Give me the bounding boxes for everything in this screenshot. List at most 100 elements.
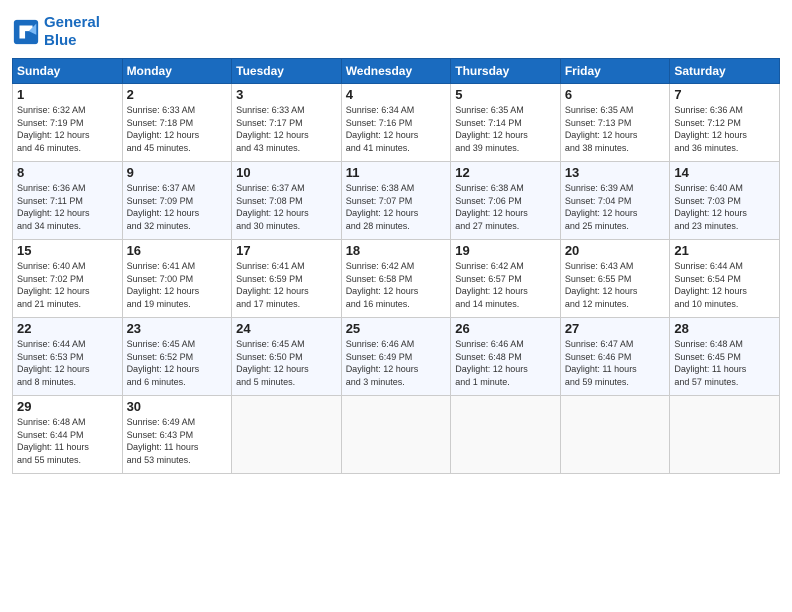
calendar-cell: 4 Sunrise: 6:34 AMSunset: 7:16 PMDaylight… <box>341 84 451 162</box>
cell-info: Sunrise: 6:39 AMSunset: 7:04 PMDaylight:… <box>565 182 666 232</box>
day-number: 5 <box>455 87 556 102</box>
cell-info: Sunrise: 6:35 AMSunset: 7:14 PMDaylight:… <box>455 104 556 154</box>
day-number: 11 <box>346 165 447 180</box>
calendar-cell: 15Sunrise: 6:40 AMSunset: 7:02 PMDayligh… <box>13 240 123 318</box>
calendar-table: SundayMondayTuesdayWednesdayThursdayFrid… <box>12 58 780 474</box>
calendar-cell: 30 Sunrise: 6:49 AMSunset: 6:43 PMDayligh… <box>122 396 232 474</box>
day-number: 15 <box>17 243 118 258</box>
calendar-week-2: 8 Sunrise: 6:36 AMSunset: 7:11 PMDaylight… <box>13 162 780 240</box>
weekday-header-saturday: Saturday <box>670 59 780 84</box>
cell-info: Sunrise: 6:45 AMSunset: 6:52 PMDaylight:… <box>127 338 228 388</box>
day-number: 28 <box>674 321 775 336</box>
calendar-cell <box>451 396 561 474</box>
weekday-header-sunday: Sunday <box>13 59 123 84</box>
cell-info: Sunrise: 6:32 AMSunset: 7:19 PMDaylight:… <box>17 104 118 154</box>
cell-info: Sunrise: 6:46 AMSunset: 6:49 PMDaylight:… <box>346 338 447 388</box>
calendar-cell: 22 Sunrise: 6:44 AMSunset: 6:53 PMDayligh… <box>13 318 123 396</box>
day-number: 30 <box>127 399 228 414</box>
day-number: 2 <box>127 87 228 102</box>
calendar-week-1: 1Sunrise: 6:32 AMSunset: 7:19 PMDaylight… <box>13 84 780 162</box>
day-number: 21 <box>674 243 775 258</box>
cell-info: Sunrise: 6:37 AMSunset: 7:09 PMDaylight:… <box>127 182 228 232</box>
cell-info: Sunrise: 6:36 AMSunset: 7:12 PMDaylight:… <box>674 104 775 154</box>
weekday-header-thursday: Thursday <box>451 59 561 84</box>
day-number: 4 <box>346 87 447 102</box>
day-number: 18 <box>346 243 447 258</box>
cell-info: Sunrise: 6:36 AMSunset: 7:11 PMDaylight:… <box>17 182 118 232</box>
day-number: 25 <box>346 321 447 336</box>
calendar-cell: 16 Sunrise: 6:41 AMSunset: 7:00 PMDayligh… <box>122 240 232 318</box>
calendar-cell: 18 Sunrise: 6:42 AMSunset: 6:58 PMDayligh… <box>341 240 451 318</box>
logo: General Blue <box>12 14 100 50</box>
day-number: 12 <box>455 165 556 180</box>
cell-info: Sunrise: 6:44 AMSunset: 6:54 PMDaylight:… <box>674 260 775 310</box>
calendar-cell: 27Sunrise: 6:47 AMSunset: 6:46 PMDayligh… <box>560 318 670 396</box>
weekday-header-tuesday: Tuesday <box>232 59 342 84</box>
cell-info: Sunrise: 6:42 AMSunset: 6:58 PMDaylight:… <box>346 260 447 310</box>
day-number: 29 <box>17 399 118 414</box>
weekday-header-monday: Monday <box>122 59 232 84</box>
cell-info: Sunrise: 6:44 AMSunset: 6:53 PMDaylight:… <box>17 338 118 388</box>
cell-info: Sunrise: 6:40 AMSunset: 7:03 PMDaylight:… <box>674 182 775 232</box>
day-number: 24 <box>236 321 337 336</box>
calendar-cell: 24 Sunrise: 6:45 AMSunset: 6:50 PMDayligh… <box>232 318 342 396</box>
day-number: 16 <box>127 243 228 258</box>
weekday-header-friday: Friday <box>560 59 670 84</box>
calendar-cell: 13 Sunrise: 6:39 AMSunset: 7:04 PMDayligh… <box>560 162 670 240</box>
calendar-cell: 25 Sunrise: 6:46 AMSunset: 6:49 PMDayligh… <box>341 318 451 396</box>
cell-info: Sunrise: 6:45 AMSunset: 6:50 PMDaylight:… <box>236 338 337 388</box>
calendar-cell: 7Sunrise: 6:36 AMSunset: 7:12 PMDaylight… <box>670 84 780 162</box>
cell-info: Sunrise: 6:41 AMSunset: 6:59 PMDaylight:… <box>236 260 337 310</box>
cell-info: Sunrise: 6:37 AMSunset: 7:08 PMDaylight:… <box>236 182 337 232</box>
cell-info: Sunrise: 6:33 AMSunset: 7:17 PMDaylight:… <box>236 104 337 154</box>
calendar-cell: 20Sunrise: 6:43 AMSunset: 6:55 PMDayligh… <box>560 240 670 318</box>
calendar-cell: 1Sunrise: 6:32 AMSunset: 7:19 PMDaylight… <box>13 84 123 162</box>
cell-info: Sunrise: 6:35 AMSunset: 7:13 PMDaylight:… <box>565 104 666 154</box>
cell-info: Sunrise: 6:42 AMSunset: 6:57 PMDaylight:… <box>455 260 556 310</box>
day-number: 6 <box>565 87 666 102</box>
calendar-cell: 26Sunrise: 6:46 AMSunset: 6:48 PMDayligh… <box>451 318 561 396</box>
calendar-cell <box>670 396 780 474</box>
calendar-cell: 29 Sunrise: 6:48 AMSunset: 6:44 PMDayligh… <box>13 396 123 474</box>
day-number: 17 <box>236 243 337 258</box>
calendar-cell <box>341 396 451 474</box>
calendar-cell: 8 Sunrise: 6:36 AMSunset: 7:11 PMDaylight… <box>13 162 123 240</box>
day-number: 22 <box>17 321 118 336</box>
day-number: 9 <box>127 165 228 180</box>
calendar-cell: 11Sunrise: 6:38 AMSunset: 7:07 PMDayligh… <box>341 162 451 240</box>
day-number: 23 <box>127 321 228 336</box>
day-number: 14 <box>674 165 775 180</box>
logo-text: General Blue <box>44 14 100 50</box>
calendar-week-3: 15Sunrise: 6:40 AMSunset: 7:02 PMDayligh… <box>13 240 780 318</box>
cell-info: Sunrise: 6:43 AMSunset: 6:55 PMDaylight:… <box>565 260 666 310</box>
day-number: 26 <box>455 321 556 336</box>
cell-info: Sunrise: 6:48 AMSunset: 6:44 PMDaylight:… <box>17 416 118 466</box>
day-number: 19 <box>455 243 556 258</box>
calendar-cell: 9 Sunrise: 6:37 AMSunset: 7:09 PMDaylight… <box>122 162 232 240</box>
calendar-cell: 12 Sunrise: 6:38 AMSunset: 7:06 PMDayligh… <box>451 162 561 240</box>
cell-info: Sunrise: 6:33 AMSunset: 7:18 PMDaylight:… <box>127 104 228 154</box>
main-container: General Blue SundayMondayTuesdayWednesda… <box>0 0 792 482</box>
calendar-cell: 10 Sunrise: 6:37 AMSunset: 7:08 PMDayligh… <box>232 162 342 240</box>
cell-info: Sunrise: 6:34 AMSunset: 7:16 PMDaylight:… <box>346 104 447 154</box>
header: General Blue <box>12 10 780 50</box>
cell-info: Sunrise: 6:49 AMSunset: 6:43 PMDaylight:… <box>127 416 228 466</box>
day-number: 3 <box>236 87 337 102</box>
calendar-cell: 14 Sunrise: 6:40 AMSunset: 7:03 PMDayligh… <box>670 162 780 240</box>
calendar-cell: 6 Sunrise: 6:35 AMSunset: 7:13 PMDaylight… <box>560 84 670 162</box>
weekday-header-wednesday: Wednesday <box>341 59 451 84</box>
day-number: 13 <box>565 165 666 180</box>
calendar-cell: 28Sunrise: 6:48 AMSunset: 6:45 PMDayligh… <box>670 318 780 396</box>
calendar-cell <box>232 396 342 474</box>
calendar-cell: 21 Sunrise: 6:44 AMSunset: 6:54 PMDayligh… <box>670 240 780 318</box>
calendar-week-4: 22 Sunrise: 6:44 AMSunset: 6:53 PMDayligh… <box>13 318 780 396</box>
calendar-cell: 5 Sunrise: 6:35 AMSunset: 7:14 PMDaylight… <box>451 84 561 162</box>
calendar-cell <box>560 396 670 474</box>
calendar-cell: 19 Sunrise: 6:42 AMSunset: 6:57 PMDayligh… <box>451 240 561 318</box>
cell-info: Sunrise: 6:47 AMSunset: 6:46 PMDaylight:… <box>565 338 666 388</box>
day-number: 8 <box>17 165 118 180</box>
cell-info: Sunrise: 6:41 AMSunset: 7:00 PMDaylight:… <box>127 260 228 310</box>
logo-icon <box>12 18 40 46</box>
cell-info: Sunrise: 6:38 AMSunset: 7:06 PMDaylight:… <box>455 182 556 232</box>
day-number: 10 <box>236 165 337 180</box>
